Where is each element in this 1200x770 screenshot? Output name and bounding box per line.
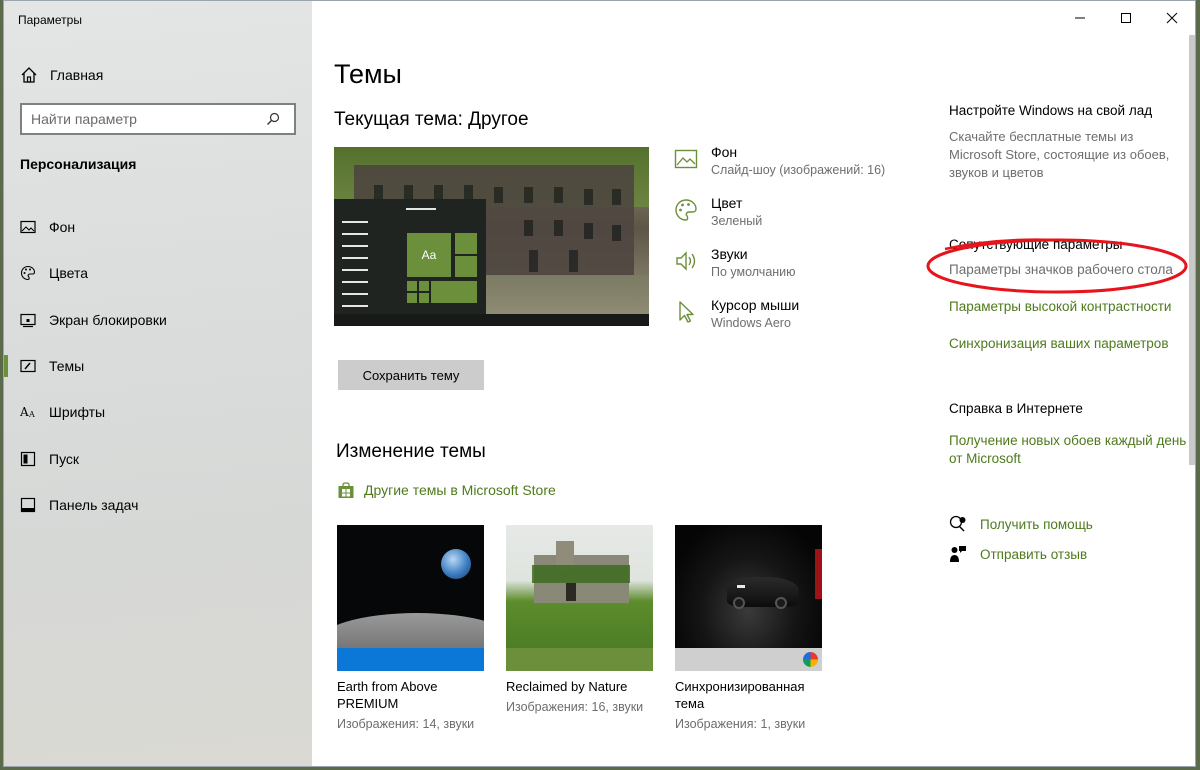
page-title: Темы bbox=[334, 59, 402, 89]
taskbar-icon bbox=[20, 497, 36, 513]
property-cursor[interactable]: Курсор мыши Windows Aero bbox=[674, 296, 914, 347]
theme-card-earth[interactable]: Earth from Above PREMIUM Изображения: 14… bbox=[337, 525, 484, 731]
sidebar-item-label: Темы bbox=[49, 358, 85, 375]
change-theme-heading: Изменение темы bbox=[336, 441, 486, 462]
sidebar-item-label: Цвета bbox=[49, 265, 88, 282]
theme-card-synced[interactable]: Синхронизированная тема Изображения: 1, … bbox=[675, 525, 822, 731]
color-wheel-icon bbox=[803, 652, 818, 667]
theme-meta: Изображения: 14, звуки bbox=[337, 717, 475, 731]
property-sounds[interactable]: Звуки По умолчанию bbox=[674, 245, 914, 296]
theme-meta: Изображения: 1, звуки bbox=[675, 717, 806, 731]
theme-name: Earth from Above PREMIUM bbox=[337, 679, 438, 711]
store-icon bbox=[338, 482, 354, 498]
daily-wallpaper-link[interactable]: Получение новых обоев каждый день от Mic… bbox=[949, 432, 1189, 468]
lock-screen-icon bbox=[20, 313, 36, 327]
picture-icon bbox=[20, 221, 36, 234]
sidebar-item-label: Шрифты bbox=[49, 404, 106, 421]
customize-text: Скачайте бесплатные темы из Microsoft St… bbox=[949, 129, 1170, 180]
theme-card-reclaimed[interactable]: Reclaimed by Nature Изображения: 16, зву… bbox=[506, 525, 653, 731]
sidebar-item-label: Пуск bbox=[49, 450, 80, 467]
start-icon bbox=[20, 451, 36, 466]
send-feedback-label: Отправить отзыв bbox=[980, 546, 1088, 562]
theme-meta: Изображения: 16, звуки bbox=[506, 700, 644, 714]
window-title: Параметры bbox=[18, 13, 82, 27]
sidebar: Параметры Главная Персонализация Фон Цве… bbox=[4, 1, 312, 766]
customize-title: Настройте Windows на свой лад bbox=[949, 103, 1153, 118]
property-name: Цвет bbox=[711, 195, 743, 211]
get-help-label: Получить помощь bbox=[980, 516, 1093, 532]
theme-list: Earth from Above PREMIUM Изображения: 14… bbox=[337, 525, 844, 731]
property-name: Курсор мыши bbox=[711, 297, 800, 313]
theme-color-bar bbox=[675, 648, 822, 671]
cursor-icon bbox=[679, 301, 694, 323]
home-icon bbox=[21, 67, 37, 83]
svg-text:A: A bbox=[20, 405, 29, 419]
picture-icon bbox=[674, 149, 698, 169]
high-contrast-settings-link[interactable]: Параметры высокой контрастности bbox=[949, 298, 1189, 316]
search-box[interactable] bbox=[20, 103, 296, 135]
preview-tile-aa: Aa bbox=[406, 232, 452, 278]
sidebar-item-start[interactable]: Пуск bbox=[4, 435, 312, 481]
sidebar-item-colors[interactable]: Цвета bbox=[4, 250, 312, 296]
store-themes-link[interactable]: Другие темы в Microsoft Store bbox=[337, 481, 556, 499]
sidebar-item-label: Фон bbox=[49, 219, 76, 236]
search-icon[interactable] bbox=[266, 112, 280, 126]
send-feedback-link[interactable]: Отправить отзыв bbox=[949, 545, 1189, 563]
property-name: Звуки bbox=[711, 246, 748, 262]
settings-window: Параметры Главная Персонализация Фон Цве… bbox=[3, 0, 1196, 767]
theme-preview: Aa bbox=[334, 147, 649, 326]
theme-thumbnail bbox=[675, 525, 822, 648]
property-value: Зеленый bbox=[711, 214, 763, 228]
store-link-label: Другие темы в Microsoft Store bbox=[364, 482, 556, 498]
preview-start-menu: Aa bbox=[334, 199, 486, 326]
nav-list: Фон Цвета Экран блокировки Темы AA Шрифт… bbox=[4, 204, 312, 528]
svg-text:A: A bbox=[28, 410, 35, 419]
property-color[interactable]: Цвет Зеленый bbox=[674, 194, 914, 245]
sidebar-item-fonts[interactable]: AA Шрифты bbox=[4, 389, 312, 435]
brush-icon bbox=[20, 359, 36, 373]
nav-home[interactable]: Главная bbox=[20, 64, 290, 86]
theme-thumbnail bbox=[506, 525, 653, 648]
speaker-icon bbox=[676, 251, 696, 271]
search-input[interactable] bbox=[22, 111, 262, 127]
theme-thumbnail bbox=[337, 525, 484, 648]
theme-name: Reclaimed by Nature bbox=[506, 679, 628, 694]
property-background[interactable]: Фон Слайд-шоу (изображений: 16) bbox=[674, 143, 914, 194]
sidebar-item-label: Экран блокировки bbox=[49, 311, 167, 328]
palette-icon bbox=[20, 266, 36, 281]
property-value: Windows Aero bbox=[711, 316, 791, 330]
font-icon: AA bbox=[20, 405, 35, 419]
section-title: Персонализация bbox=[20, 156, 137, 172]
property-value: Слайд-шоу (изображений: 16) bbox=[711, 163, 886, 177]
right-column: Настройте Windows на свой лад Скачайте б… bbox=[949, 101, 1189, 563]
sidebar-item-taskbar[interactable]: Панель задач bbox=[4, 482, 312, 528]
property-name: Фон bbox=[711, 144, 738, 160]
sidebar-item-background[interactable]: Фон bbox=[4, 204, 312, 250]
property-value: По умолчанию bbox=[711, 265, 796, 279]
palette-icon bbox=[675, 199, 697, 221]
current-theme-heading: Текущая тема: Другое bbox=[334, 109, 529, 130]
theme-color-bar bbox=[337, 648, 484, 671]
help-chat-icon bbox=[949, 515, 966, 532]
theme-name: Синхронизированная тема bbox=[675, 679, 805, 711]
theme-color-bar bbox=[506, 648, 653, 671]
sync-settings-link[interactable]: Синхронизация ваших параметров bbox=[949, 335, 1189, 353]
web-help-title: Справка в Интернете bbox=[949, 401, 1083, 416]
sidebar-item-label: Панель задач bbox=[49, 496, 139, 513]
desktop-icon-settings-link[interactable]: Параметры значков рабочего стола bbox=[949, 261, 1189, 279]
sidebar-item-themes[interactable]: Темы bbox=[4, 343, 312, 389]
save-theme-button[interactable]: Сохранить тему bbox=[338, 360, 484, 390]
theme-properties: Фон Слайд-шоу (изображений: 16) Цвет Зелен… bbox=[674, 143, 914, 347]
feedback-icon bbox=[950, 546, 966, 562]
related-settings-title: Сопутствующие параметры bbox=[949, 237, 1123, 252]
nav-home-label: Главная bbox=[50, 67, 104, 83]
scrollbar[interactable] bbox=[1189, 35, 1195, 465]
get-help-link[interactable]: Получить помощь bbox=[949, 515, 1189, 533]
main-content: Темы Текущая тема: Другое Aa Фон Слайд-ш… bbox=[312, 1, 1195, 766]
sidebar-item-lock-screen[interactable]: Экран блокировки bbox=[4, 297, 312, 343]
